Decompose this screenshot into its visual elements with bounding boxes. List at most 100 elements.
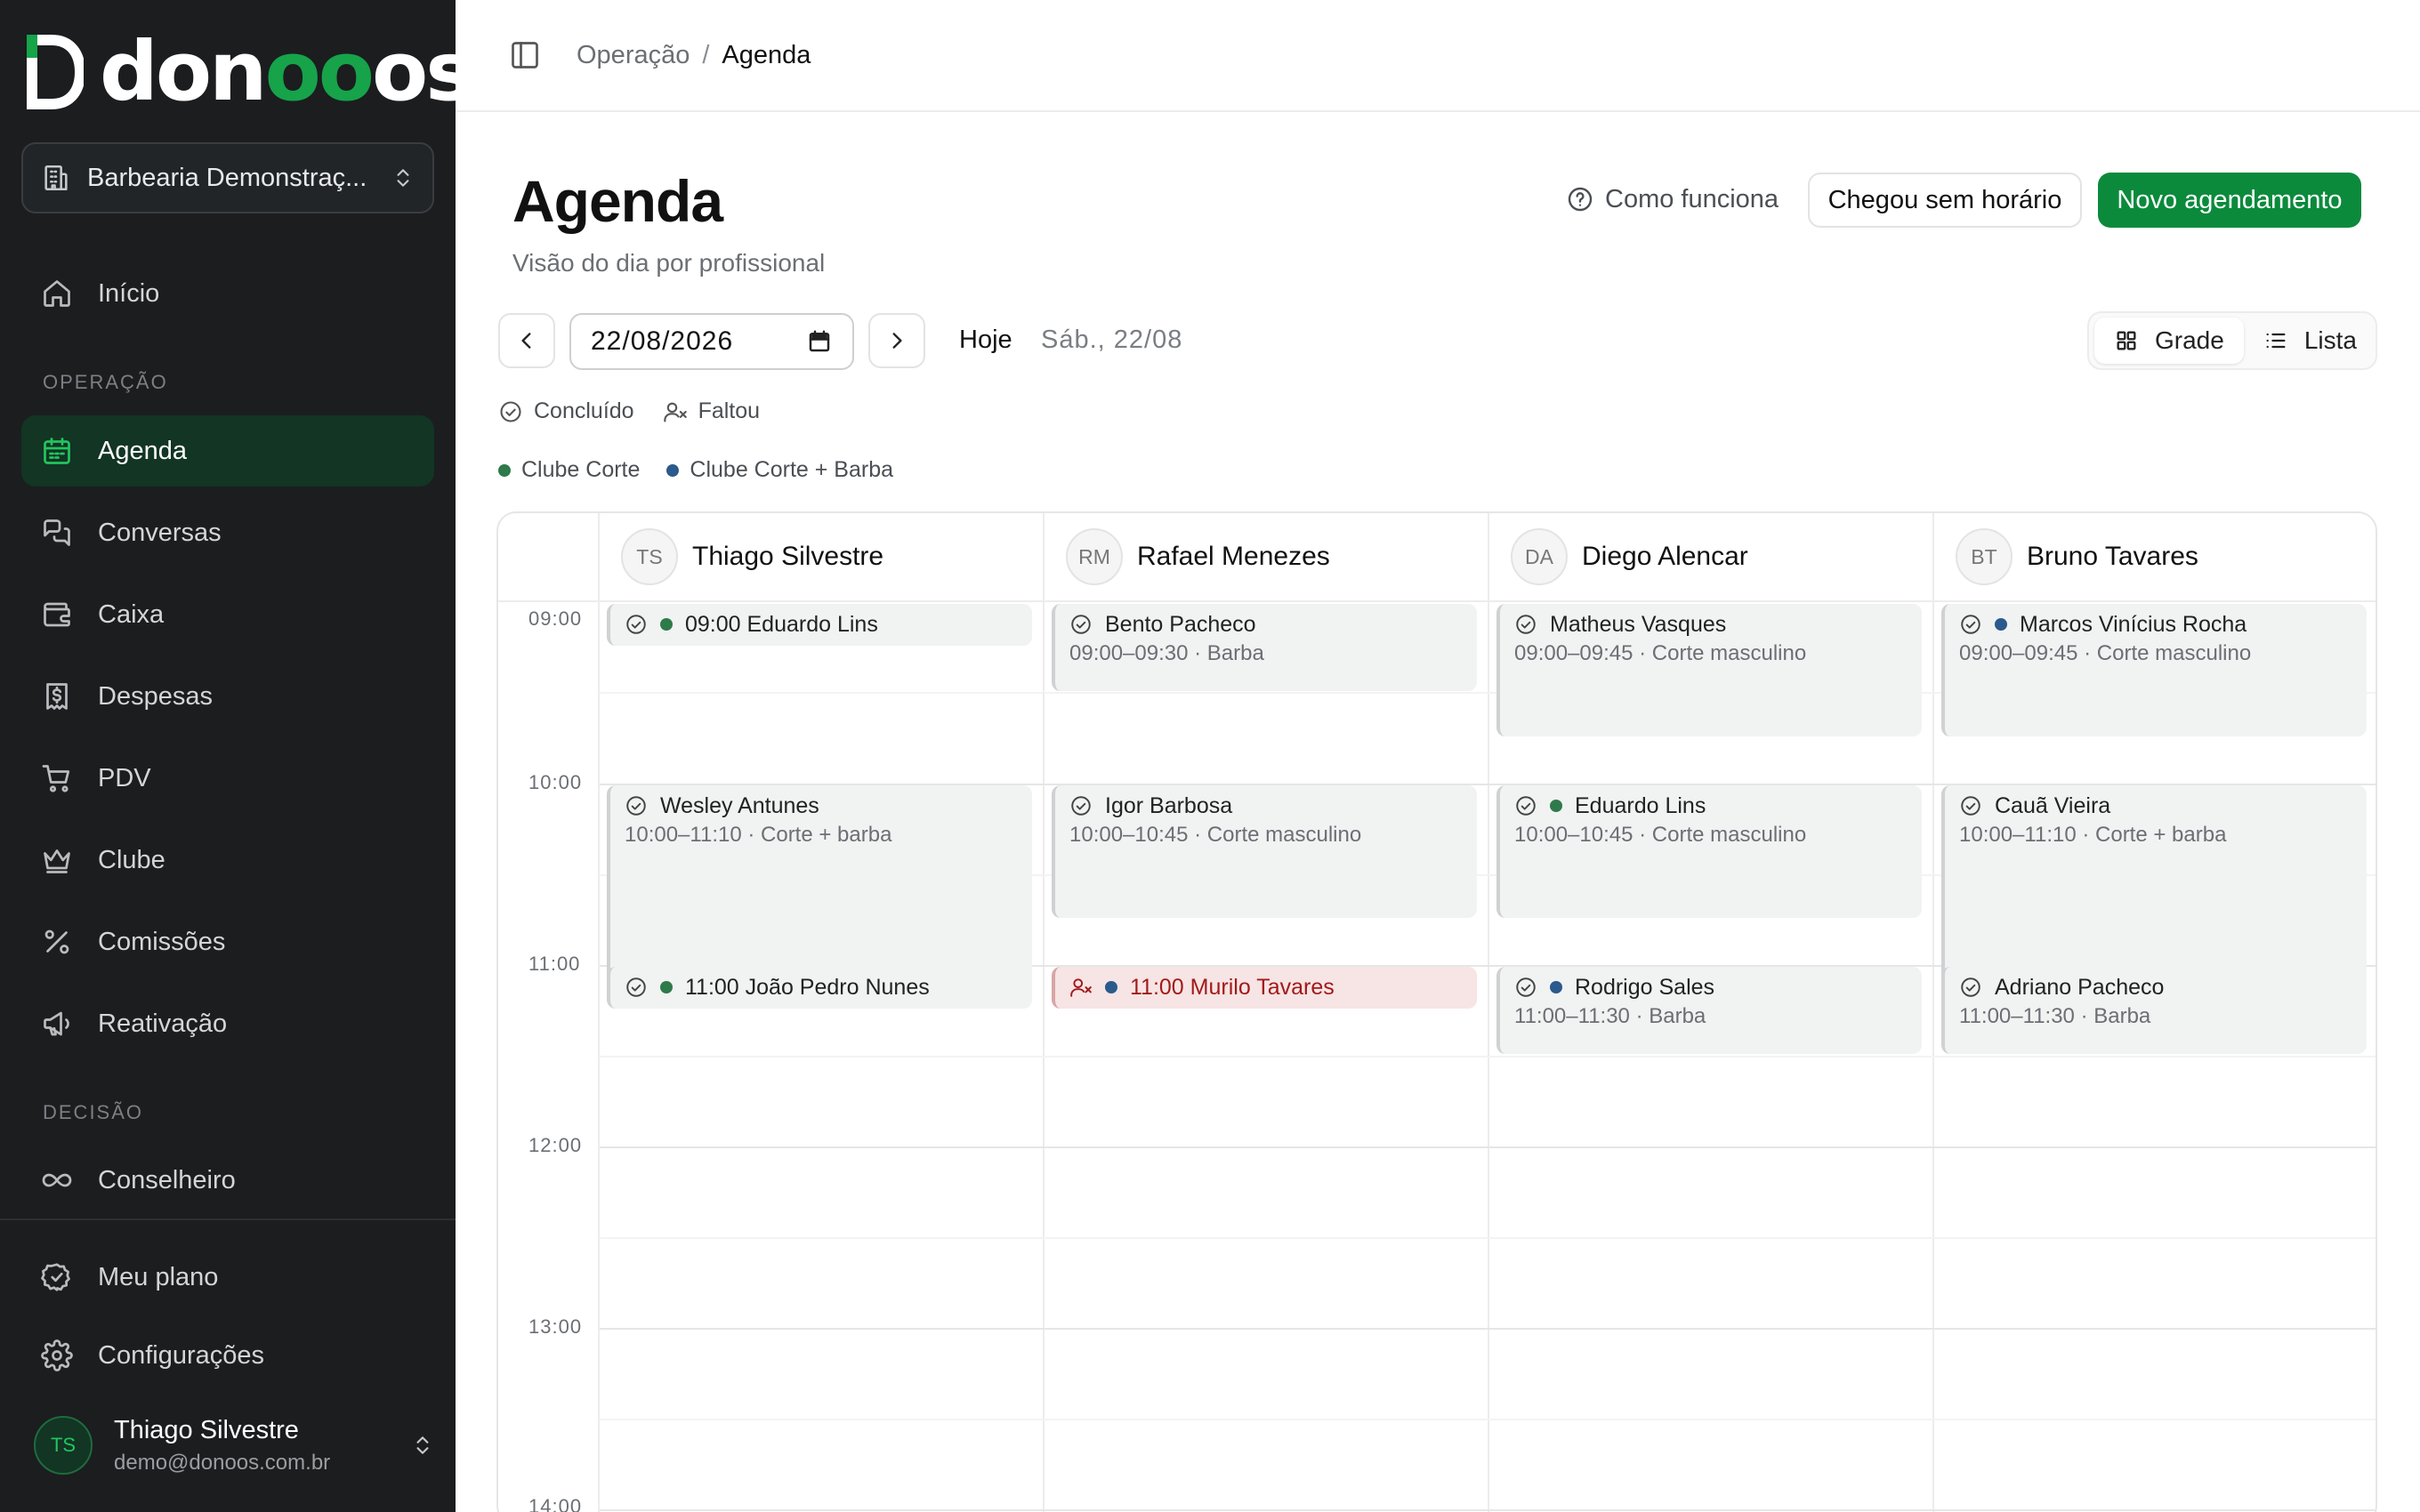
sidebar-item-configuracoes[interactable]: Configurações — [21, 1320, 434, 1391]
user-x-icon — [1069, 976, 1093, 999]
sidebar-item-meu-plano[interactable]: Meu plano — [21, 1242, 434, 1313]
check-circle-icon — [1959, 794, 1982, 817]
sidebar-item-clube[interactable]: Clube — [21, 824, 434, 896]
plan-color-dot — [1550, 981, 1562, 993]
sidebar-item-label: PDV — [98, 763, 151, 792]
sidebar-item-inicio[interactable]: Início — [21, 258, 434, 329]
appointment-title-row: Eduardo Lins — [1514, 792, 1908, 819]
status-legend: Concluído Faltou — [498, 398, 788, 424]
date-value: 22/08/2026 — [591, 326, 734, 356]
appointment-title-row: Marcos Vinícius Rocha — [1959, 611, 2352, 638]
appointment-card[interactable]: Eduardo Lins 10:00–10:45 · Corte masculin… — [1496, 785, 1922, 918]
appointment-detail: 09:00–09:30 · Barba — [1069, 641, 1264, 665]
badge-check-icon — [41, 1261, 73, 1293]
time-label: 14:00 — [528, 1495, 583, 1512]
home-icon — [41, 277, 73, 310]
view-grid-option[interactable]: Grade — [2094, 318, 2244, 364]
cart-icon — [41, 762, 73, 794]
appointment-card[interactable]: 11:00 Murilo Tavares — [1052, 967, 1477, 1009]
sidebar-item-label: Despesas — [98, 681, 213, 711]
time-label: 09:00 — [528, 607, 583, 630]
brand-logo[interactable]: don oo os — [25, 24, 474, 119]
appointment-title: 09:00 Eduardo Lins — [685, 611, 878, 637]
calendar-icon[interactable] — [806, 328, 833, 355]
header-divider — [498, 600, 2376, 602]
sidebar-item-conversas[interactable]: Conversas — [21, 497, 434, 568]
section-label-operacao: OPERAÇÃO — [43, 371, 168, 393]
appointment-detail: 10:00–11:10 · Corte + barba — [625, 823, 892, 847]
date-picker-input[interactable]: 22/08/2026 — [569, 313, 854, 370]
sidebar-item-label: Início — [98, 278, 160, 308]
gear-icon — [41, 1339, 73, 1371]
professional-name: Diego Alencar — [1582, 542, 1748, 571]
user-name: Thiago Silvestre — [114, 1415, 299, 1444]
appointment-card[interactable]: Cauã Vieira 10:00–11:10 · Corte + barba — [1941, 785, 2367, 993]
plan-color-dot — [1995, 618, 2007, 631]
sidebar-item-label: Caixa — [98, 599, 165, 629]
appointment-title-row: Matheus Vasques — [1514, 611, 1908, 638]
sidebar-item-label: Conversas — [98, 518, 222, 547]
sidebar-toggle-icon[interactable] — [509, 39, 541, 71]
appointment-card[interactable]: Adriano Pacheco 11:00–11:30 · Barba — [1941, 967, 2367, 1054]
appointment-card[interactable]: Marcos Vinícius Rocha 09:00–09:45 · Corte… — [1941, 604, 2367, 736]
appointment-title: Bento Pacheco — [1105, 611, 1256, 637]
previous-day-button[interactable] — [498, 313, 555, 368]
appointment-title: Adriano Pacheco — [1995, 974, 2165, 1000]
avatar: TS — [34, 1416, 93, 1475]
time-label: 13:00 — [528, 1315, 583, 1338]
appointment-title: Eduardo Lins — [1575, 792, 1706, 818]
sidebar-item-comissoes[interactable]: Comissões — [21, 906, 434, 977]
schedule-grid: 09:00 10:00 11:00 12:00 13:00 14:00 TS T… — [496, 511, 2377, 1512]
professional-name: Thiago Silvestre — [692, 542, 884, 571]
hour-line — [600, 1509, 2376, 1511]
sidebar-item-agenda[interactable]: Agenda — [21, 415, 434, 487]
appointment-card[interactable]: Bento Pacheco 09:00–09:30 · Barba — [1052, 604, 1477, 691]
appointment-title-row: Wesley Antunes — [625, 792, 1018, 819]
sidebar-item-pdv[interactable]: PDV — [21, 743, 434, 814]
grid-icon — [2114, 328, 2139, 353]
check-circle-icon — [1514, 794, 1537, 817]
time-label: 10:00 — [528, 771, 583, 793]
organization-name: Barbearia Demonstraç... — [87, 163, 367, 192]
sidebar-item-label: Meu plano — [98, 1262, 219, 1291]
today-button[interactable]: Hoje — [959, 326, 1012, 355]
breadcrumb-parent[interactable]: Operação — [577, 41, 690, 70]
appointment-card[interactable]: 11:00 João Pedro Nunes — [607, 967, 1032, 1009]
help-circle-icon — [1566, 185, 1594, 213]
receipt-icon — [41, 680, 73, 712]
user-menu[interactable]: TS Thiago Silvestre demo@donoos.com.br — [34, 1410, 434, 1481]
how-it-works-button[interactable]: Como funciona — [1566, 180, 1779, 219]
calendar-icon — [41, 435, 73, 467]
avatar: TS — [621, 528, 678, 585]
appointment-card[interactable]: 09:00 Eduardo Lins — [607, 604, 1032, 646]
crown-icon — [41, 844, 73, 876]
organization-select[interactable]: Barbearia Demonstraç... — [21, 142, 434, 213]
next-day-button[interactable] — [868, 313, 925, 368]
sidebar-item-despesas[interactable]: Despesas — [21, 661, 434, 732]
brand-wordmark: don oo os — [100, 24, 474, 119]
legend-item-concluido: Concluído — [498, 398, 634, 424]
chevron-left-icon — [515, 329, 538, 352]
appointment-detail: 10:00–10:45 · Corte masculino — [1514, 823, 1807, 847]
sidebar-item-conselheiro[interactable]: Conselheiro — [21, 1145, 434, 1216]
appointment-card[interactable]: Rodrigo Sales 11:00–11:30 · Barba — [1496, 967, 1922, 1054]
appointment-card[interactable]: Matheus Vasques 09:00–09:45 · Corte mascu… — [1496, 604, 1922, 736]
chevrons-up-down-icon — [391, 166, 415, 189]
avatar: BT — [1956, 528, 2013, 585]
check-circle-icon — [1959, 613, 1982, 636]
appointment-card[interactable]: Igor Barbosa 10:00–10:45 · Corte masculin… — [1052, 785, 1477, 918]
sidebar-item-reativacao[interactable]: Reativação — [21, 988, 434, 1059]
new-appointment-button[interactable]: Novo agendamento — [2098, 173, 2361, 228]
sidebar-item-label: Agenda — [98, 436, 187, 465]
plan-color-dot — [1105, 981, 1117, 993]
walk-in-button[interactable]: Chegou sem horário — [1808, 173, 2082, 228]
view-list-option[interactable]: Lista — [2244, 318, 2376, 364]
professional-header: DA Diego Alencar — [1511, 526, 1748, 588]
appointment-title: Matheus Vasques — [1550, 611, 1727, 637]
appointment-card[interactable]: Wesley Antunes 10:00–11:10 · Corte + barb… — [607, 785, 1032, 993]
half-hour-line — [600, 1419, 2376, 1420]
sidebar-item-caixa[interactable]: Caixa — [21, 579, 434, 650]
time-label: 12:00 — [528, 1134, 583, 1156]
plan-color-dot — [666, 463, 680, 477]
wallet-icon — [41, 599, 73, 631]
